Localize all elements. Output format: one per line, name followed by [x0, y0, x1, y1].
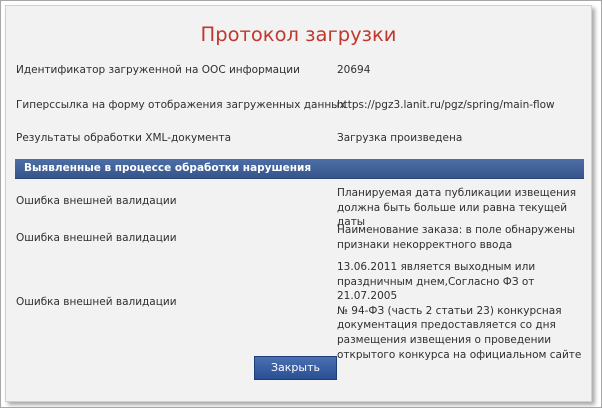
error-label-1: Ошибка внешней валидации — [16, 195, 177, 207]
xml-result-value: Загрузка произведена — [337, 132, 463, 144]
dialog-title: Протокол загрузки — [200, 23, 397, 46]
window-frame: Протокол загрузки Идентификатор загружен… — [0, 0, 602, 408]
error-label-2: Ошибка внешней валидации — [16, 232, 177, 244]
error-label-3: Ошибка внешней валидации — [16, 296, 177, 308]
hyperlink-value[interactable]: https://pgz3.lanit.ru/pgz/spring/main-fl… — [337, 99, 555, 112]
hyperlink-label: Гиперссылка на форму отображения загруже… — [16, 99, 346, 111]
upload-protocol-dialog: Протокол загрузки Идентификатор загружен… — [5, 5, 592, 402]
violations-section-title: Выявленные в процессе обработки нарушени… — [24, 162, 312, 174]
info-id-label: Идентификатор загруженной на ООС информа… — [16, 64, 300, 76]
info-id-value: 20694 — [337, 64, 371, 76]
error-message-2: Наименование заказа: в поле обнаружены п… — [337, 224, 576, 251]
xml-result-label: Результаты обработки XML-документа — [16, 132, 232, 144]
error-message-3: 13.06.2011 является выходным или праздни… — [337, 261, 582, 361]
violations-section-header: Выявленные в процессе обработки нарушени… — [15, 159, 584, 179]
close-button[interactable]: Закрыть — [254, 356, 337, 380]
